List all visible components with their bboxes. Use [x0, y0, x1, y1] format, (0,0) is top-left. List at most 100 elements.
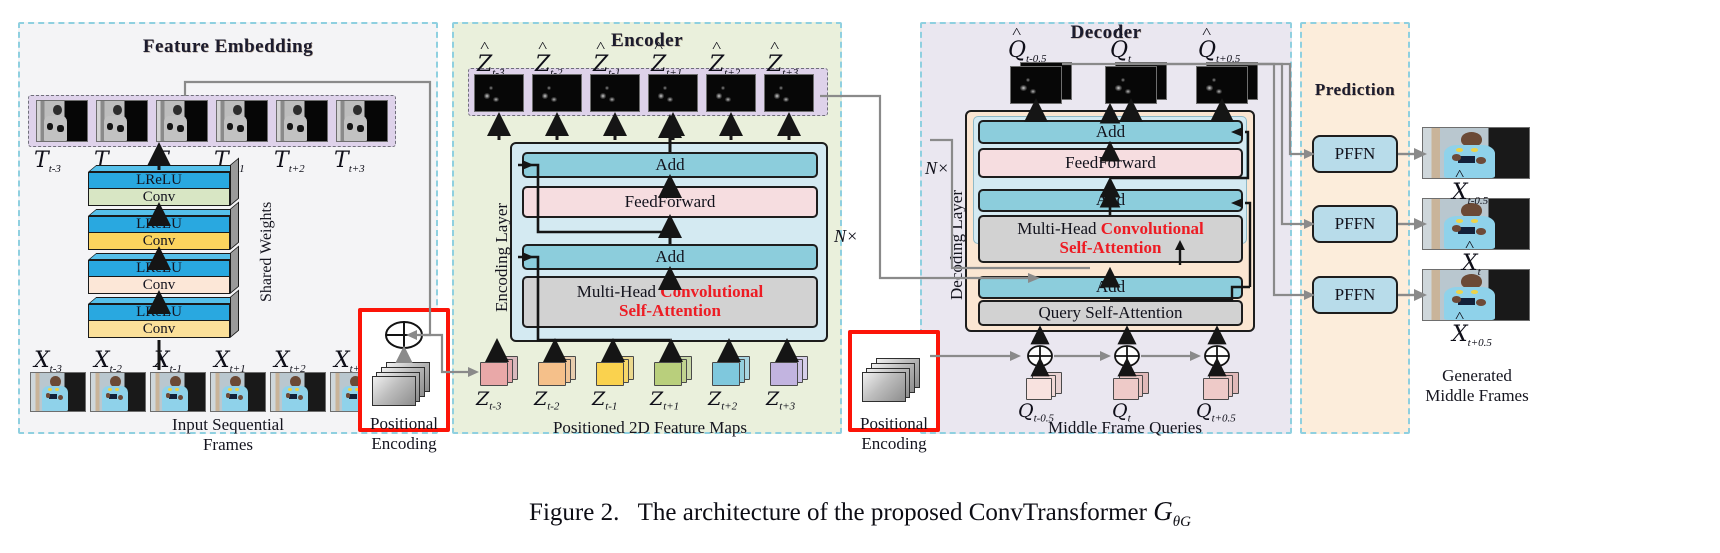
figure-caption-text: The architecture of the proposed ConvTra… — [637, 499, 1147, 526]
query-stack — [1026, 372, 1064, 400]
prediction-caption-line2: Middle Frames — [1425, 385, 1529, 405]
input-frame-label: Xt+1 — [214, 348, 246, 375]
conv-label: Conv — [88, 233, 230, 250]
encoder-input-stack — [654, 356, 694, 386]
decoder-output-label: Qt+0.5 — [1198, 38, 1240, 65]
encoder-input-label: Zt+1 — [650, 388, 680, 413]
encoding-layer-label: Encoding Layer — [492, 202, 511, 312]
encoder-input-stack — [712, 356, 752, 386]
plus-circle-icon-q2 — [1113, 344, 1141, 368]
encoder-output-map — [532, 74, 582, 112]
prediction-bottom-caption: Generated Middle Frames — [1412, 366, 1542, 405]
output-frame-label: Xt-0.5 — [1452, 180, 1488, 207]
pffn-block-2: PFFN — [1312, 205, 1398, 243]
encoder-input-stack — [538, 356, 578, 386]
encoder-attention-line1: Multi-Head Convolutional — [576, 282, 764, 302]
input-frame — [270, 372, 326, 412]
input-frame-label: Xt-2 — [94, 348, 122, 375]
decoder-query-self-attention: Query Self-Attention — [978, 300, 1243, 326]
encoder-input-label: Zt-2 — [534, 388, 560, 413]
pffn-block-1: PFFN — [1312, 135, 1398, 173]
decoder-output-map — [1196, 62, 1258, 104]
encoder-input-stack — [596, 356, 636, 386]
decoder-attention-line1: Multi-Head Convolutional — [1017, 219, 1204, 239]
decoder-add-bottom: Add — [978, 276, 1243, 299]
encoder-title: Encoder — [610, 30, 684, 51]
query-stack — [1203, 372, 1241, 400]
encoder-input-label: Zt-3 — [476, 388, 502, 413]
encoder-input-label: Zt+2 — [708, 388, 738, 413]
lrelu-label: LReLU — [88, 304, 230, 321]
pe2-line2: Encoding — [861, 433, 927, 453]
input-frame — [30, 372, 86, 412]
output-frame — [1422, 127, 1530, 179]
decoder-attention-line2: Self-Attention — [1059, 238, 1162, 257]
plus-circle-icon-1 — [384, 320, 424, 350]
figure-caption-subscript: θG — [1172, 514, 1191, 530]
pe2-line1: Positional — [859, 414, 928, 433]
positional-encoding-label-1: Positional Encoding — [358, 414, 450, 453]
input-frame-label: Xt-1 — [154, 348, 182, 375]
decoder-bottom-caption: Middle Frame Queries — [1048, 418, 1202, 437]
encoder-feedforward: FeedForward — [522, 186, 818, 218]
decoder-add-top: Add — [978, 120, 1243, 144]
embedded-frame-label: Tt+3 — [334, 148, 365, 175]
decoder-feedforward: FeedForward — [978, 148, 1243, 178]
conv-block-3: LReLU Conv — [88, 245, 239, 294]
conv-block-4: LReLU Conv — [88, 289, 239, 338]
encoder-output-map — [706, 74, 756, 112]
figure-stage: Feature Embedding Encoder Decoder Predic… — [0, 0, 1720, 553]
encoder-input-label: Zt-1 — [592, 388, 618, 413]
input-frame-label: Xt-3 — [34, 348, 62, 375]
encoder-output-map — [764, 74, 814, 112]
encoder-add-top: Add — [522, 152, 818, 178]
figure-caption-symbol: G — [1153, 496, 1173, 526]
conv-block-2: LReLU Conv — [88, 201, 239, 250]
prediction-caption-line1: Generated — [1442, 366, 1512, 385]
embedded-frame — [216, 100, 268, 142]
decoder-repeat-label: N× — [925, 158, 950, 178]
embedded-frame-label: Tt-3 — [34, 148, 61, 175]
input-frame — [210, 372, 266, 412]
lrelu-label: LReLU — [88, 260, 230, 277]
conv-block-1: LReLU Conv — [88, 157, 239, 206]
input-frame — [90, 372, 146, 412]
conv-label: Conv — [88, 321, 230, 338]
positional-encoding-tensor-2 — [862, 358, 924, 402]
encoder-output-map — [474, 74, 524, 112]
query-stack — [1113, 372, 1151, 400]
lrelu-label: LReLU — [88, 172, 230, 189]
embedded-frame — [36, 100, 88, 142]
encoder-output-map — [648, 74, 698, 112]
positional-encoding-tensor-1 — [372, 362, 434, 406]
encoder-output-map — [590, 74, 640, 112]
encoder-bottom-caption: Positioned 2D Feature Maps — [552, 418, 748, 437]
figure-caption-prefix: Figure 2. — [529, 499, 620, 526]
plus-circle-icon-q3 — [1203, 344, 1231, 368]
input-frame-label: Xt+2 — [274, 348, 306, 375]
figure-caption: Figure 2. The architecture of the propos… — [0, 496, 1720, 531]
embedded-frame — [276, 100, 328, 142]
feature-embedding-title: Feature Embedding — [142, 36, 314, 57]
lrelu-label: LReLU — [88, 216, 230, 233]
encoder-attention-line2: Self-Attention — [619, 301, 721, 320]
conv-label: Conv — [88, 189, 230, 206]
plus-circle-icon-q1 — [1026, 344, 1054, 368]
encoder-conv-self-attention: Multi-Head Convolutional Self-Attention — [522, 276, 818, 328]
encoder-input-label: Zt+3 — [766, 388, 796, 413]
embedded-frame — [96, 100, 148, 142]
pe1-line1: Positional — [369, 414, 438, 433]
encoder-add-bottom: Add — [522, 244, 818, 270]
encoder-input-stack — [480, 356, 520, 386]
decoder-output-label: Qt-0.5 — [1008, 38, 1047, 65]
embedded-frame-label: Tt+2 — [274, 148, 305, 175]
decoding-layer-label: Decoding Layer — [947, 190, 966, 300]
encoder-repeat-label: N× — [834, 226, 859, 246]
conv-label: Conv — [88, 277, 230, 294]
input-frame — [150, 372, 206, 412]
shared-weights-label: Shared Weights — [258, 201, 275, 302]
output-frame-label: Xt — [1462, 251, 1481, 278]
positional-encoding-label-2: Positional Encoding — [848, 414, 940, 453]
encoder-input-stack — [770, 356, 810, 386]
pe1-line2: Encoding — [371, 433, 437, 453]
